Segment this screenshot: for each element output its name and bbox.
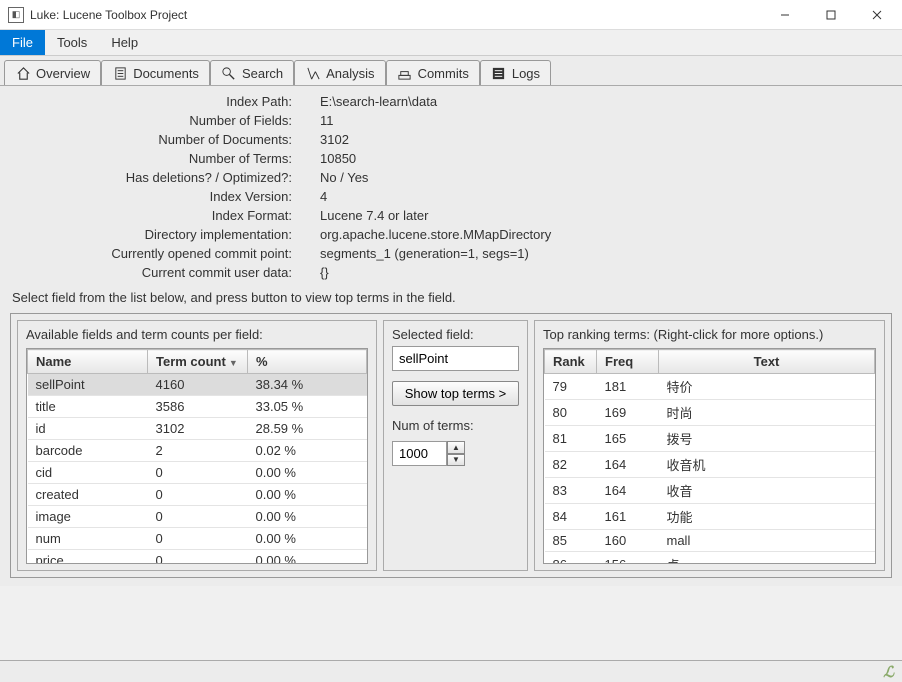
- tab-search[interactable]: Search: [210, 60, 294, 85]
- panels-row: Available fields and term counts per fie…: [10, 313, 892, 578]
- info-label: Number of Terms:: [10, 151, 320, 166]
- fields-scroll[interactable]: Name Term count▼ % sellPoint416038.34 %t…: [27, 349, 367, 563]
- selected-field-input[interactable]: [392, 346, 519, 371]
- info-value: E:\search-learn\data: [320, 94, 892, 109]
- table-row[interactable]: 79181特价: [545, 374, 875, 400]
- info-label: Number of Documents:: [10, 132, 320, 147]
- table-row[interactable]: price00.00 %: [28, 550, 367, 564]
- info-label: Currently opened commit point:: [10, 246, 320, 261]
- show-top-terms-button[interactable]: Show top terms >: [392, 381, 519, 406]
- info-value: Lucene 7.4 or later: [320, 208, 892, 223]
- spinner-up-button[interactable]: ▲: [447, 441, 465, 454]
- title-bar: ◧ Luke: Lucene Toolbox Project: [0, 0, 902, 30]
- info-value: 11: [320, 113, 892, 128]
- maximize-button[interactable]: [808, 0, 854, 29]
- col-count[interactable]: Term count▼: [148, 350, 248, 374]
- info-value: segments_1 (generation=1, segs=1): [320, 246, 892, 261]
- fields-panel-title: Available fields and term counts per fie…: [26, 327, 368, 342]
- spinner-down-button[interactable]: ▼: [447, 454, 465, 467]
- selected-field-label: Selected field:: [392, 327, 519, 342]
- table-row[interactable]: 80169时尚: [545, 400, 875, 426]
- tab-bar: Overview Documents Search Analysis Commi…: [0, 56, 902, 86]
- num-terms-input[interactable]: [392, 441, 447, 466]
- luke-logo-icon: ℒ: [883, 663, 894, 681]
- info-value: 4: [320, 189, 892, 204]
- logs-icon: [491, 65, 507, 81]
- table-row[interactable]: 84161功能: [545, 504, 875, 530]
- document-icon: [112, 65, 128, 81]
- window-title: Luke: Lucene Toolbox Project: [30, 8, 762, 22]
- table-row[interactable]: sellPoint416038.34 %: [28, 374, 367, 396]
- center-panel: Selected field: Show top terms > Num of …: [383, 320, 528, 571]
- table-row[interactable]: 81165拨号: [545, 426, 875, 452]
- commits-icon: [397, 65, 413, 81]
- table-row[interactable]: 85160mall: [545, 530, 875, 552]
- info-value: org.apache.lucene.store.MMapDirectory: [320, 227, 892, 242]
- info-value: 10850: [320, 151, 892, 166]
- table-row[interactable]: 86156卓: [545, 552, 875, 564]
- terms-scroll[interactable]: Rank Freq Text 79181特价80169时尚81165拨号8216…: [544, 349, 875, 563]
- col-name[interactable]: Name: [28, 350, 148, 374]
- close-button[interactable]: [854, 0, 900, 29]
- table-row[interactable]: 83164收音: [545, 478, 875, 504]
- table-row[interactable]: id310228.59 %: [28, 418, 367, 440]
- fields-panel: Available fields and term counts per fie…: [17, 320, 377, 571]
- col-freq[interactable]: Freq: [597, 350, 659, 374]
- table-row[interactable]: num00.00 %: [28, 528, 367, 550]
- tab-commits[interactable]: Commits: [386, 60, 480, 85]
- home-icon: [15, 65, 31, 81]
- num-terms-label: Num of terms:: [392, 418, 519, 433]
- analysis-icon: [305, 65, 321, 81]
- menu-file[interactable]: File: [0, 30, 45, 55]
- table-row[interactable]: image00.00 %: [28, 506, 367, 528]
- info-value: No / Yes: [320, 170, 892, 185]
- overview-content: Index Path:E:\search-learn\dataNumber of…: [0, 86, 902, 586]
- tab-logs[interactable]: Logs: [480, 60, 551, 85]
- info-label: Directory implementation:: [10, 227, 320, 242]
- fields-table: Name Term count▼ % sellPoint416038.34 %t…: [27, 349, 367, 563]
- info-label: Index Path:: [10, 94, 320, 109]
- terms-panel-title: Top ranking terms: (Right-click for more…: [543, 327, 876, 342]
- status-bar: ℒ: [0, 660, 902, 682]
- minimize-button[interactable]: [762, 0, 808, 29]
- tab-label: Commits: [418, 66, 469, 81]
- menu-bar: File Tools Help: [0, 30, 902, 56]
- info-value: 3102: [320, 132, 892, 147]
- menu-tools[interactable]: Tools: [45, 30, 99, 55]
- info-label: Number of Fields:: [10, 113, 320, 128]
- instruction-text: Select field from the list below, and pr…: [12, 290, 892, 305]
- tab-analysis[interactable]: Analysis: [294, 60, 385, 85]
- table-row[interactable]: 82164收音机: [545, 452, 875, 478]
- tab-documents[interactable]: Documents: [101, 60, 210, 85]
- info-label: Current commit user data:: [10, 265, 320, 280]
- col-rank[interactable]: Rank: [545, 350, 597, 374]
- tab-label: Logs: [512, 66, 540, 81]
- tab-label: Analysis: [326, 66, 374, 81]
- tab-overview[interactable]: Overview: [4, 60, 101, 85]
- terms-panel: Top ranking terms: (Right-click for more…: [534, 320, 885, 571]
- info-value: {}: [320, 265, 892, 280]
- info-label: Has deletions? / Optimized?:: [10, 170, 320, 185]
- tab-label: Documents: [133, 66, 199, 81]
- table-row[interactable]: title358633.05 %: [28, 396, 367, 418]
- info-grid: Index Path:E:\search-learn\dataNumber of…: [10, 94, 892, 280]
- table-row[interactable]: created00.00 %: [28, 484, 367, 506]
- tab-label: Overview: [36, 66, 90, 81]
- col-text[interactable]: Text: [659, 350, 875, 374]
- sort-desc-icon: ▼: [229, 358, 238, 368]
- info-label: Index Version:: [10, 189, 320, 204]
- menu-help[interactable]: Help: [99, 30, 150, 55]
- table-row[interactable]: cid00.00 %: [28, 462, 367, 484]
- col-pct[interactable]: %: [248, 350, 367, 374]
- table-row[interactable]: barcode20.02 %: [28, 440, 367, 462]
- terms-table: Rank Freq Text 79181特价80169时尚81165拨号8216…: [544, 349, 875, 563]
- search-icon: [221, 65, 237, 81]
- tab-label: Search: [242, 66, 283, 81]
- app-icon: ◧: [8, 7, 24, 23]
- info-label: Index Format:: [10, 208, 320, 223]
